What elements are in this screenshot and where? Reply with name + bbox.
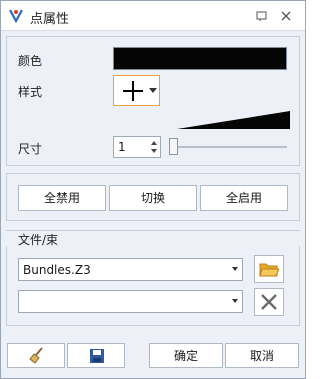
chevron-down-icon	[232, 299, 238, 303]
size-slider-track[interactable]	[173, 146, 287, 148]
disable-all-button[interactable]: 全禁用	[18, 185, 106, 211]
color-label: 颜色	[18, 54, 43, 68]
chevron-down-icon	[232, 267, 238, 271]
style-selector[interactable]	[113, 75, 160, 106]
title-bar: 点属性	[1, 1, 305, 31]
file-combobox-value: Bundles.Z3	[23, 263, 91, 277]
save-icon	[90, 349, 104, 363]
open-folder-button[interactable]	[254, 255, 284, 283]
close-x-icon	[261, 294, 277, 310]
app-icon	[9, 9, 23, 24]
folder-icon	[259, 263, 279, 277]
point-properties-window: 点属性 颜色 样式 尺寸 1 全禁用 切换 全启用 文件/束 Bundles.Z…	[0, 0, 306, 379]
size-value: 1	[118, 140, 126, 154]
size-spinner[interactable]: 1	[113, 136, 161, 158]
enable-all-button[interactable]: 全启用	[200, 185, 288, 211]
cancel-button[interactable]: 取消	[225, 343, 299, 368]
style-label: 样式	[18, 85, 43, 99]
ok-button[interactable]: 确定	[149, 343, 223, 368]
size-ramp-icon	[177, 111, 290, 129]
color-swatch[interactable]	[113, 47, 287, 70]
bundle-combobox[interactable]	[18, 290, 243, 313]
clean-button[interactable]	[7, 343, 65, 368]
remove-button[interactable]	[254, 288, 284, 316]
save-button[interactable]	[67, 343, 125, 368]
toggle-button[interactable]: 切换	[109, 185, 197, 211]
pin-icon[interactable]	[255, 9, 269, 23]
size-slider-thumb[interactable]	[169, 138, 178, 155]
chevron-down-icon	[149, 88, 157, 93]
file-combobox[interactable]: Bundles.Z3	[18, 258, 243, 281]
size-label: 尺寸	[18, 142, 43, 156]
plus-icon	[123, 81, 143, 101]
spinner-arrows-icon[interactable]	[149, 138, 159, 156]
broom-icon	[29, 347, 43, 364]
close-icon[interactable]	[279, 9, 293, 23]
window-title: 点属性	[30, 12, 70, 27]
